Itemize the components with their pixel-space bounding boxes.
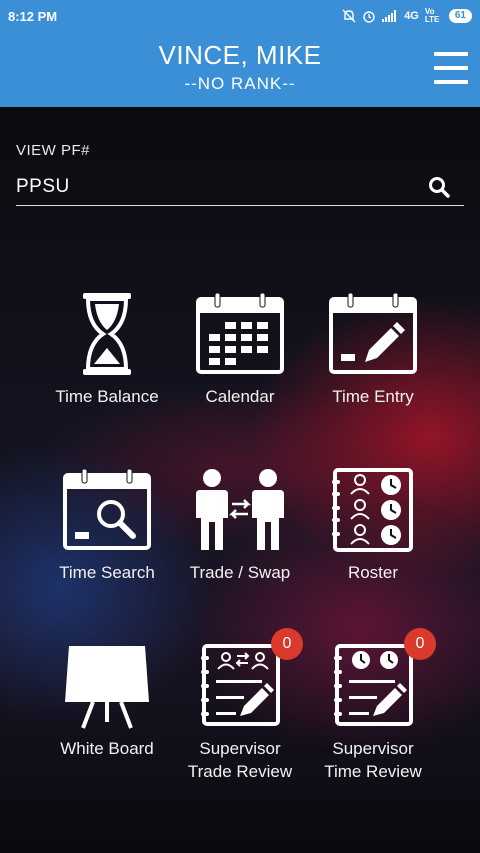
- tile-label: Time Balance: [55, 387, 159, 406]
- tile-calendar[interactable]: Calendar: [170, 290, 310, 460]
- volte-label: Vo LTE: [424, 7, 440, 24]
- tile-label: Calendar: [205, 387, 275, 406]
- tile-label: Trade / Swap: [189, 563, 291, 582]
- tile-time-search[interactable]: Time Search: [37, 466, 177, 636]
- mute-icon: [342, 9, 356, 23]
- tile-white-board[interactable]: White Board: [37, 642, 177, 812]
- tile-label-line1: Supervisor: [199, 739, 281, 758]
- tile-label: Supervisor Trade Review: [170, 737, 310, 783]
- status-time: 8:12 PM: [8, 8, 58, 24]
- time-review-badge: 0: [404, 628, 436, 660]
- pf-search-field[interactable]: PPSU: [16, 168, 464, 206]
- battery-icon: 61: [448, 9, 472, 23]
- tile-roster[interactable]: Roster: [303, 466, 443, 636]
- view-pf-label: VIEW PF#: [16, 142, 91, 159]
- tile-time-entry[interactable]: Time Entry: [303, 290, 443, 460]
- tile-time-balance[interactable]: Time Balance: [37, 290, 177, 460]
- tile-label-line2: Trade Review: [187, 762, 293, 781]
- status-bar: 8:12 PM 4G Vo LTE 61: [0, 0, 480, 32]
- pf-search-input[interactable]: PPSU: [16, 176, 70, 198]
- tile-label: Roster: [347, 563, 399, 582]
- whiteboard-icon: [65, 646, 149, 729]
- app-header: VINCE, MIKE --NO RANK--: [0, 32, 480, 107]
- tile-supervisor-trade-review[interactable]: 0 Supervisor Trade Review: [170, 628, 310, 812]
- tile-trade-swap[interactable]: Trade / Swap: [170, 466, 310, 636]
- hourglass-icon: [83, 293, 131, 375]
- search-icon[interactable]: [428, 176, 450, 198]
- trade-review-badge: 0: [271, 628, 303, 660]
- hamburger-menu-icon[interactable]: [434, 52, 468, 84]
- tile-supervisor-time-review[interactable]: 0 Supervisor Time Review: [303, 628, 443, 812]
- tile-label-line2: Time Review: [324, 762, 422, 781]
- alarm-icon: [363, 11, 375, 23]
- status-icons: 4G Vo LTE 61: [342, 8, 472, 24]
- calendar-pencil-icon: [329, 292, 417, 374]
- tile-label: White Board: [60, 739, 154, 758]
- roster-icon: [332, 468, 413, 552]
- signal-icon: [382, 10, 397, 22]
- tile-label-line1: Supervisor: [332, 739, 414, 758]
- trade-swap-icon: [196, 469, 284, 550]
- user-name: VINCE, MIKE: [158, 40, 322, 70]
- user-rank: --NO RANK--: [184, 74, 296, 93]
- calendar-search-icon: [63, 468, 151, 550]
- tile-label: Time Search: [59, 563, 155, 582]
- network-type: 4G: [404, 10, 419, 22]
- tile-label: Time Entry: [332, 387, 414, 406]
- calendar-icon: [196, 292, 284, 374]
- tile-label: Supervisor Time Review: [303, 737, 443, 783]
